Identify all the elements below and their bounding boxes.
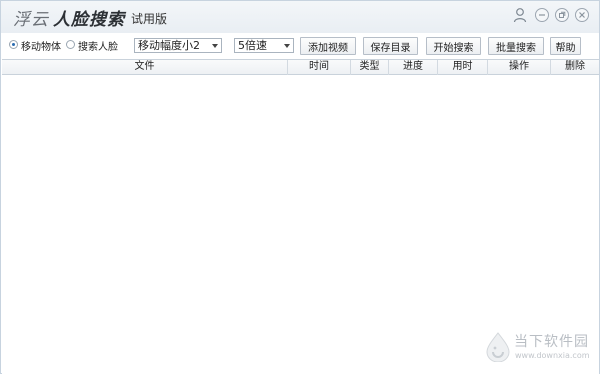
motion-range-select[interactable]: 移动幅度小2 (134, 38, 222, 53)
radio-search-face[interactable] (66, 40, 75, 49)
radio-moving-object-label[interactable]: 移动物体 (21, 38, 61, 53)
watermark: 当下软件园 www.downxia.com (485, 329, 595, 369)
app-logo: 浮云 人脸搜索 (13, 5, 125, 30)
watermark-text: 当下软件园 (514, 334, 589, 350)
file-table: 文件 时间 类型 进度 用时 操作 删除 (2, 59, 599, 374)
edition-label: 试用版 (131, 12, 168, 26)
column-header-time[interactable]: 时间 (288, 60, 351, 75)
batch-search-button[interactable]: 批量搜索 (488, 37, 544, 55)
toolbar: 移动物体 搜索人脸 移动幅度小2 5倍速 添加视频 保存目录 开始搜索 批量搜索… (1, 34, 599, 58)
chevron-down-icon (284, 44, 290, 48)
column-header-type[interactable]: 类型 (351, 60, 389, 75)
title-bar: 浮云 人脸搜索 试用版 (1, 1, 599, 33)
radio-search-face-label[interactable]: 搜索人脸 (78, 38, 118, 53)
close-icon (579, 12, 585, 18)
column-header-progress[interactable]: 进度 (389, 60, 438, 75)
chevron-down-icon (212, 44, 218, 48)
close-button[interactable] (575, 8, 589, 22)
help-button[interactable]: 帮助 (550, 37, 581, 55)
add-video-button[interactable]: 添加视频 (300, 37, 356, 55)
user-icon[interactable] (513, 7, 527, 23)
save-directory-button[interactable]: 保存目录 (363, 37, 418, 55)
start-search-button[interactable]: 开始搜索 (426, 37, 481, 55)
radio-moving-object[interactable] (9, 40, 18, 49)
table-header: 文件 时间 类型 进度 用时 操作 删除 (2, 60, 599, 75)
column-header-delete[interactable]: 删除 (551, 60, 599, 75)
column-header-file[interactable]: 文件 (2, 60, 288, 75)
motion-range-value: 移动幅度小2 (138, 39, 200, 52)
column-header-action[interactable]: 操作 (488, 60, 551, 75)
minimize-icon (539, 14, 545, 16)
column-header-duration[interactable]: 用时 (438, 60, 488, 75)
restore-icon (559, 11, 566, 18)
app-window: 浮云 人脸搜索 试用版 移动物体 搜索人脸 移动幅度小2 5倍速 添加视频 保存… (0, 0, 600, 374)
brand-part1: 浮云 (13, 10, 49, 30)
minimize-button[interactable] (535, 8, 549, 22)
watermark-logo-icon (486, 332, 510, 362)
restore-button[interactable] (555, 8, 569, 22)
brand-part2: 人脸搜索 (53, 10, 125, 30)
watermark-url: www.downxia.com (515, 351, 590, 360)
speed-value: 5倍速 (238, 39, 267, 52)
speed-select[interactable]: 5倍速 (234, 38, 294, 53)
